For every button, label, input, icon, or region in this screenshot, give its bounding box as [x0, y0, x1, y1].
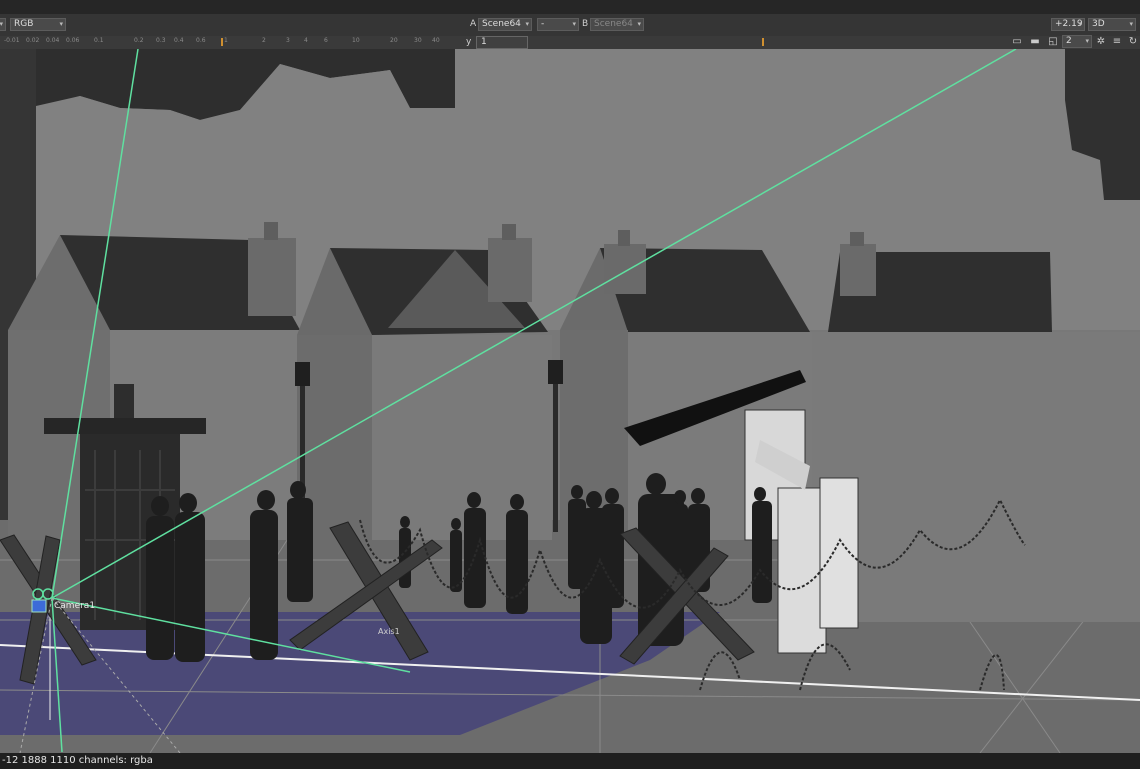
composite-op-dropdown[interactable]: - ▾	[537, 18, 579, 31]
ruler-tick: 0.3	[156, 37, 166, 44]
input-b-label: B	[582, 19, 589, 29]
menu-icon[interactable]: ≡	[1110, 35, 1124, 48]
ruler-tick: -0.01	[4, 37, 20, 44]
chevron-down-icon: ▾	[1078, 20, 1082, 28]
y-field[interactable]: 1	[476, 36, 528, 49]
chevron-down-icon: ▾	[1129, 20, 1133, 28]
ruler-tick: 20	[390, 37, 398, 44]
ruler-tick: 4	[304, 37, 308, 44]
gain-dropdown[interactable]: +2.19 ▾	[1051, 18, 1085, 31]
title-strip	[0, 0, 1140, 14]
ruler-tick: 10	[352, 37, 360, 44]
view-mode-value: 3D	[1092, 19, 1105, 29]
ruler-tick: 0.1	[94, 37, 104, 44]
ruler-tick: 0.2	[134, 37, 144, 44]
channels-dropdown[interactable]: RGB ▾	[10, 18, 66, 31]
viewer-number-dropdown[interactable]: 2 ▾	[1062, 35, 1092, 48]
viewer-canvas[interactable]: Camera1 Axis1	[0, 49, 1140, 753]
input-b-value: Scene64	[594, 19, 633, 29]
chevron-down-icon: ▾	[1085, 37, 1089, 45]
status-text: -12 1888 1110 channels: rgba	[2, 755, 153, 766]
chevron-down-icon: ▾	[0, 20, 3, 28]
ruler-tick: 1	[224, 37, 228, 44]
status-bar: -12 1888 1110 channels: rgba	[0, 753, 1140, 769]
lamp-post	[553, 362, 558, 532]
input-a-value: Scene64	[482, 19, 521, 29]
chevron-down-icon: ▾	[59, 20, 63, 28]
region-icon[interactable]: ▭	[1010, 35, 1024, 48]
ruler-tick: 0.04	[46, 37, 60, 44]
axis-label: Axis1	[378, 627, 400, 636]
chevron-down-icon: ▾	[525, 20, 529, 28]
chevron-down-icon: ▾	[572, 20, 576, 28]
composite-op-value: -	[541, 19, 545, 29]
ruler-tick: 3	[286, 37, 290, 44]
layer-dropdown[interactable]: ▾	[0, 18, 6, 31]
overlay-icon[interactable]: ◱	[1046, 35, 1060, 48]
exposure-ruler[interactable]: -0.01 0.02 0.04 0.06 0.1 0.2 0.3 0.4 0.6…	[0, 36, 1140, 49]
y-label: y	[466, 37, 472, 47]
input-a-label: A	[470, 19, 477, 29]
settings-icon[interactable]: ✲	[1094, 35, 1108, 48]
ruler-tick: 0.06	[66, 37, 80, 44]
ruler-tick: 0.4	[174, 37, 184, 44]
ruler-tick: 2	[262, 37, 266, 44]
house-2	[297, 224, 552, 540]
chevron-down-icon: ▾	[637, 20, 641, 28]
ruler-tick: 0.02	[26, 37, 40, 44]
y-value: 1	[481, 37, 487, 47]
exposure-marker-b[interactable]	[762, 38, 764, 46]
viewer-toolbar: ▾ RGB ▾ A Scene64 ▾ - ▾ B Scene64 ▾ +2.1…	[0, 14, 1140, 36]
viewer-number-value: 2	[1066, 36, 1072, 46]
ruler-tick: 0.6	[196, 37, 206, 44]
channels-value: RGB	[14, 19, 34, 29]
input-b-dropdown[interactable]: Scene64 ▾	[590, 18, 644, 31]
scene-render: Camera1 Axis1	[0, 49, 1140, 753]
ruler-tick: 40	[432, 37, 440, 44]
refresh-icon[interactable]: ↻	[1126, 35, 1140, 48]
lamp-head	[295, 362, 310, 386]
roi-icon[interactable]: ▬	[1028, 35, 1042, 48]
camera-label: Camera1	[54, 601, 95, 611]
lamp-head	[548, 360, 563, 384]
ruler-tick: 30	[414, 37, 422, 44]
view-mode-dropdown[interactable]: 3D ▾	[1088, 18, 1136, 31]
ruler-tick: 6	[324, 37, 328, 44]
input-a-dropdown[interactable]: Scene64 ▾	[478, 18, 532, 31]
exposure-marker[interactable]	[221, 38, 223, 46]
